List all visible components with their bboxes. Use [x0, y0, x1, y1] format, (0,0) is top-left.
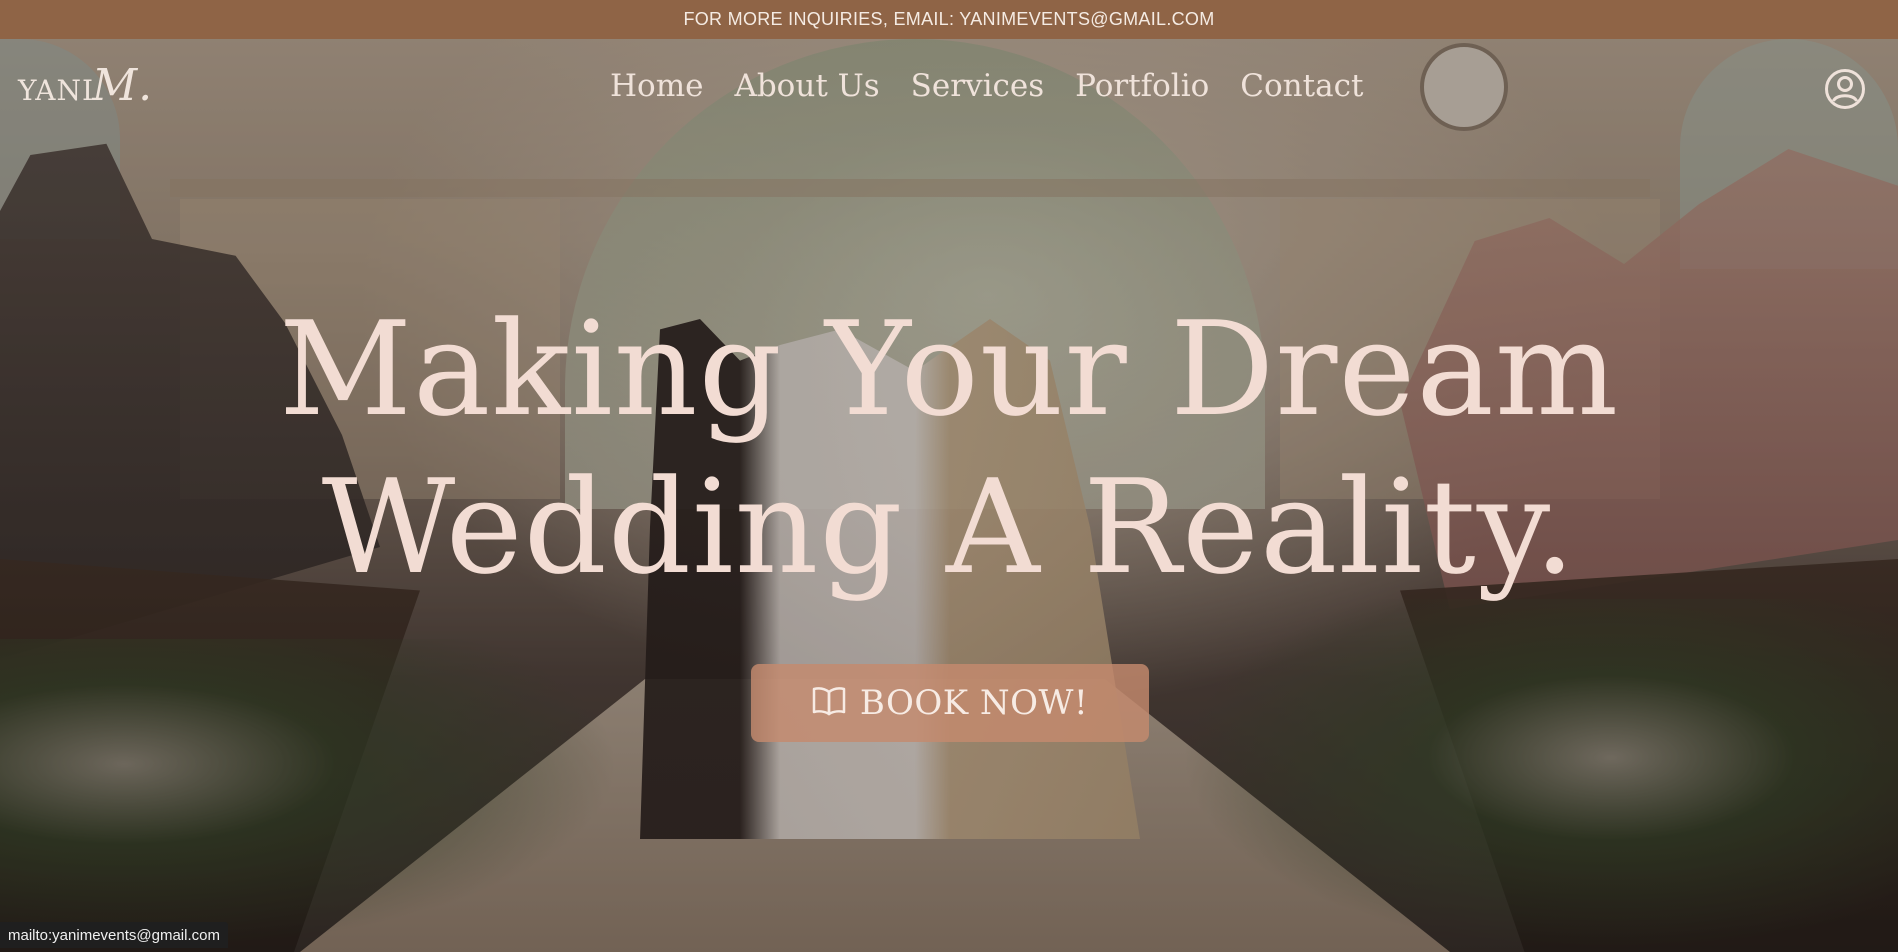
- inquiry-banner: FOR MORE INQUIRIES, EMAIL: YANIMEVENTS@G…: [0, 0, 1898, 39]
- open-book-icon: [812, 686, 846, 720]
- inquiry-banner-text[interactable]: FOR MORE INQUIRIES, EMAIL: YANIMEVENTS@G…: [683, 9, 1214, 30]
- book-now-label: BOOK NOW!: [859, 683, 1089, 723]
- main-nav: Home About Us Services Portfolio Contact: [610, 68, 1363, 104]
- nav-about-us[interactable]: About Us: [734, 68, 879, 104]
- nav-home[interactable]: Home: [610, 68, 703, 104]
- status-url: mailto:yanimevents@gmail.com: [8, 926, 220, 944]
- nav-portfolio[interactable]: Portfolio: [1075, 68, 1209, 104]
- logo-flourish: M.: [92, 60, 154, 111]
- book-now-button[interactable]: BOOK NOW!: [751, 664, 1149, 742]
- user-circle-icon[interactable]: [1824, 68, 1866, 110]
- nav-contact[interactable]: Contact: [1240, 68, 1363, 104]
- hero-headline: Making Your Dream Wedding A Reality.: [0, 290, 1898, 606]
- browser-status-bar: mailto:yanimevents@gmail.com: [0, 922, 228, 948]
- headline-line-1: Making Your Dream: [278, 293, 1620, 445]
- headline-line-2: Wedding A Reality.: [321, 451, 1577, 603]
- site-logo[interactable]: YANI M.: [18, 60, 153, 111]
- nav-services[interactable]: Services: [911, 68, 1044, 104]
- logo-text: YANI: [18, 74, 95, 107]
